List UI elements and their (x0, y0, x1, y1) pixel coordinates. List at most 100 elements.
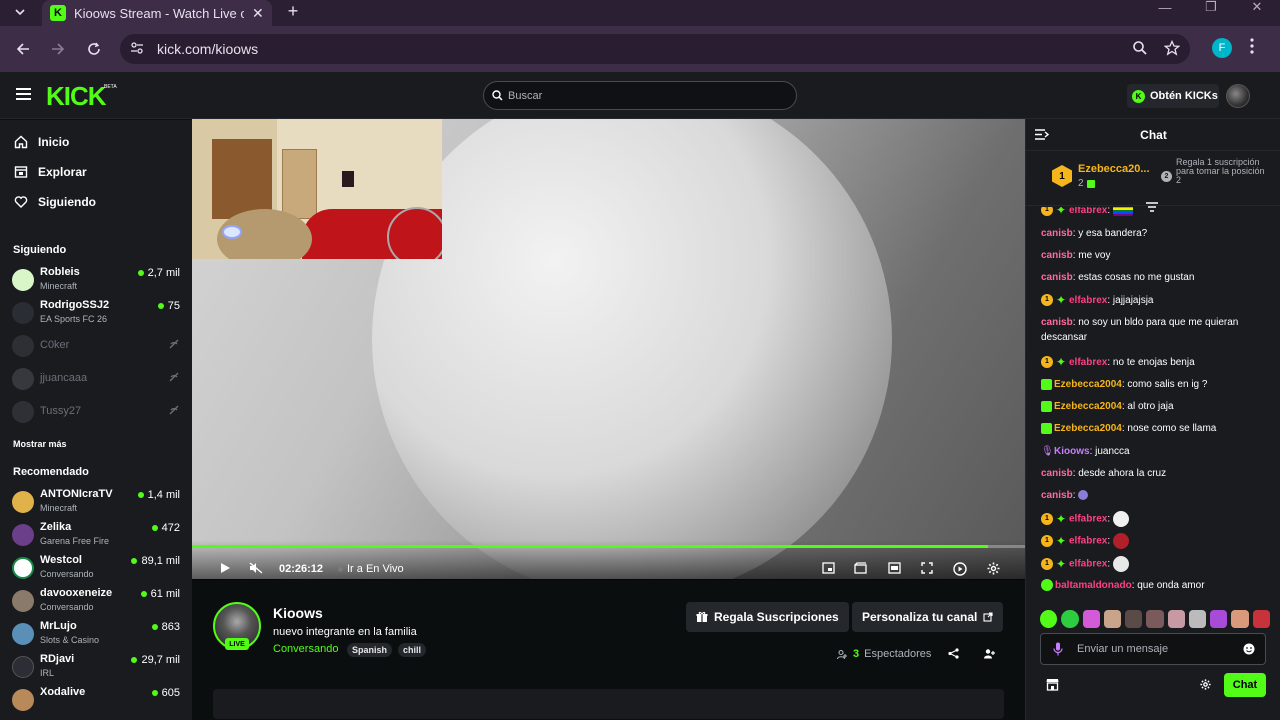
chat-settings-icon[interactable] (1200, 679, 1211, 690)
recommended-channel[interactable]: MrLujo Slots & Casino 863 (12, 620, 180, 650)
recommended-channel[interactable]: Xodalive 605 (12, 686, 180, 716)
tab-close-icon[interactable]: ✕ (252, 5, 264, 22)
browser-tab[interactable]: K Kioows Stream - Watch Live on ✕ (42, 0, 272, 26)
store-icon[interactable] (1046, 678, 1059, 691)
profile-avatar[interactable]: F (1212, 38, 1232, 58)
restore-icon[interactable]: ❐ (1196, 0, 1226, 14)
chat-username[interactable]: canisb (1041, 317, 1073, 328)
reload-icon[interactable] (83, 38, 105, 60)
live-dot-icon (151, 690, 158, 696)
bookmark-star-icon[interactable] (1164, 40, 1180, 56)
gift-subs-button[interactable]: Regala Suscripciones (686, 602, 849, 632)
send-chat-button[interactable]: Chat (1224, 673, 1266, 697)
kick-logo[interactable]: KICK (46, 83, 107, 109)
recommended-channel[interactable]: davooxeneize Conversando 61 mil (12, 587, 180, 617)
emote-icon[interactable] (1082, 610, 1100, 628)
kicks-coin-icon: K (1132, 89, 1145, 103)
show-more-link[interactable]: Mostrar más (13, 439, 67, 449)
share-icon[interactable] (948, 648, 959, 659)
emote-icon[interactable] (1103, 610, 1122, 628)
chat-message-field[interactable] (1077, 641, 1227, 657)
chat-username[interactable]: canisb (1041, 228, 1073, 239)
sidebar-item-explorar[interactable]: Explorar (14, 165, 87, 179)
tab-search-icon[interactable] (8, 1, 32, 23)
chat-username[interactable]: Ezebecca2004 (1054, 401, 1122, 412)
gift-leaderboard[interactable]: 1 Ezebecca20... 2 2 Regala 1 suscripción… (1026, 152, 1280, 206)
following-channel[interactable]: Tussy27 (12, 398, 180, 428)
settings-gear-icon[interactable] (987, 562, 1000, 575)
chat-username[interactable]: Ezebecca2004 (1054, 423, 1122, 434)
window-close-icon[interactable]: ✕ (1242, 0, 1272, 14)
chat-username[interactable]: Kioows (1054, 446, 1090, 457)
chat-username[interactable]: canisb (1041, 490, 1073, 501)
chat-username[interactable]: elfabrex (1069, 357, 1107, 368)
following-channel[interactable]: Robleis Minecraft 2,7 mil (12, 266, 180, 296)
chat-username[interactable]: baltamaldonado (1055, 580, 1132, 591)
chat-username[interactable]: elfabrex (1069, 295, 1107, 306)
chat-input[interactable] (1040, 633, 1266, 665)
clip-icon[interactable] (854, 562, 867, 574)
zoom-icon[interactable] (1132, 40, 1148, 56)
viewer-count: 863 (151, 621, 180, 633)
mute-icon[interactable] (249, 562, 263, 574)
chat-username[interactable]: elfabrex (1069, 536, 1107, 547)
progress-bar[interactable] (192, 545, 1025, 548)
fullscreen-icon[interactable] (921, 562, 933, 574)
address-bar[interactable]: kick.com/kioows (120, 34, 1190, 64)
sidebar-item-inicio[interactable]: Inicio (14, 135, 69, 149)
tag-chill[interactable]: chill (398, 643, 427, 657)
search-input[interactable]: Buscar (483, 81, 797, 110)
follow-user-icon[interactable] (984, 648, 995, 659)
recommended-channel[interactable]: RDjavi IRL 29,7 mil (12, 653, 180, 683)
following-channel[interactable]: C0ker (12, 332, 180, 362)
channel-name: ANTONIcraTV (40, 488, 113, 500)
get-kicks-button[interactable]: K Obtén KICKs (1127, 84, 1219, 108)
chat-username[interactable]: elfabrex (1069, 207, 1107, 216)
recommended-channel[interactable]: Zelika Garena Free Fire 472 (12, 521, 180, 551)
recommended-channel[interactable]: Westcol Conversando 89,1 mil (12, 554, 180, 584)
site-info-icon[interactable] (130, 41, 144, 55)
chat-username[interactable]: canisb (1041, 468, 1073, 479)
user-avatar[interactable] (1226, 84, 1250, 108)
customize-channel-button[interactable]: Personaliza tu canal (852, 602, 1004, 632)
emote-icon[interactable] (1188, 610, 1207, 628)
emote-icon[interactable] (1040, 610, 1058, 628)
mini-player-icon[interactable] (822, 562, 835, 574)
back-icon[interactable] (12, 38, 34, 60)
chat-username[interactable]: canisb (1041, 250, 1073, 261)
emote-icon[interactable] (1146, 610, 1164, 628)
tag-spanish[interactable]: Spanish (347, 643, 393, 657)
emoji-picker-icon[interactable] (1243, 643, 1255, 655)
chat-message-text: al otro jaja (1127, 401, 1174, 412)
sidebar-item-siguiendo[interactable]: Siguiendo (14, 195, 96, 209)
speed-icon[interactable] (953, 562, 967, 576)
following-channel[interactable]: RodrigoSSJ2 EA Sports FC 26 75 (12, 299, 180, 329)
emote-icon[interactable] (1167, 610, 1185, 628)
stream-time: 02:26:12 (279, 563, 324, 575)
recommended-channel[interactable]: ANTONIcraTV Minecraft 1,4 mil (12, 488, 180, 518)
emote-icon[interactable] (1210, 610, 1228, 628)
streamer-name[interactable]: Kioows (273, 605, 323, 621)
menu-icon[interactable] (16, 88, 31, 100)
channel-name: Westcol (40, 554, 82, 566)
minimize-icon[interactable]: — (1150, 0, 1180, 15)
chat-username[interactable]: canisb (1041, 272, 1073, 283)
chat-filter-icon[interactable] (1146, 202, 1158, 212)
new-tab-icon[interactable]: + (282, 0, 304, 22)
play-icon[interactable] (219, 562, 231, 574)
emote-icon[interactable] (1125, 610, 1143, 628)
theater-mode-icon[interactable] (888, 562, 901, 574)
emote-icon[interactable] (1252, 610, 1270, 628)
video-player[interactable] (192, 119, 1025, 579)
chat-username[interactable]: elfabrex (1069, 514, 1107, 525)
go-live-button[interactable]: Ir a En Vivo (338, 563, 404, 575)
browser-menu-icon[interactable] (1250, 38, 1254, 54)
emote-icon[interactable] (1231, 610, 1249, 628)
following-channel[interactable]: jjuancaaa (12, 365, 180, 395)
viewer-count-text: 1,4 mil (147, 489, 180, 501)
chat-username[interactable]: Ezebecca2004 (1054, 379, 1122, 390)
emote-icon[interactable] (1061, 610, 1079, 628)
chat-username[interactable]: elfabrex (1069, 559, 1107, 570)
forward-icon[interactable] (47, 38, 69, 60)
stream-category[interactable]: Conversando (273, 643, 338, 655)
